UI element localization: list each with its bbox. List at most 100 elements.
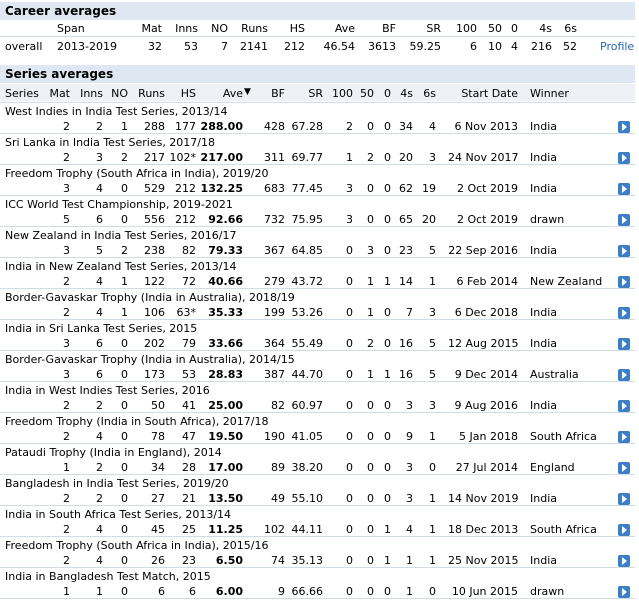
series-name[interactable]: Sri Lanka in India Test Series, 2017/18: [5, 136, 215, 149]
profile-link[interactable]: Profile: [600, 40, 634, 53]
series-winner: England: [530, 461, 575, 474]
series-name[interactable]: India in Sri Lanka Test Series, 2015: [5, 322, 197, 335]
row-separator: [0, 195, 635, 196]
row-separator: [0, 319, 635, 320]
series-cell-sixes: 1: [429, 275, 436, 288]
career-row-bf: 3613: [368, 40, 396, 53]
play-arrow-icon[interactable]: [618, 524, 630, 536]
row-separator: [0, 412, 635, 413]
series-cell-sixes: 5: [429, 337, 436, 350]
play-arrow-icon[interactable]: [618, 152, 630, 164]
career-header-0[interactable]: Span: [57, 22, 85, 35]
row-separator: [0, 257, 635, 258]
series-cell-date: 14 Nov 2019: [448, 492, 519, 505]
series-name[interactable]: India in South Africa Test Series, 2013/…: [5, 508, 231, 521]
career-row-label: overall: [5, 40, 43, 53]
series-averages-title: Series averages: [0, 65, 635, 83]
play-arrow-icon[interactable]: [618, 245, 630, 257]
series-name[interactable]: India in West Indies Test Series, 2016: [5, 384, 210, 397]
row-separator: [0, 536, 635, 537]
series-cell-date: 27 Jul 2014: [455, 461, 518, 474]
series-winner: India: [530, 244, 557, 257]
play-arrow-icon[interactable]: [618, 400, 630, 412]
series-name[interactable]: Freedom Trophy (India in South Africa), …: [5, 415, 268, 428]
play-arrow-icon[interactable]: [618, 276, 630, 288]
series-winner: South Africa: [530, 523, 597, 536]
career-header-13[interactable]: 6s: [537, 22, 577, 35]
series-name[interactable]: New Zealand in India Test Series, 2016/1…: [5, 229, 236, 242]
series-cell-sixes: 1: [429, 554, 436, 567]
series-winner: India: [530, 151, 557, 164]
series-name[interactable]: India in Bangladesh Test Match, 2015: [5, 570, 211, 583]
career-header-3[interactable]: NO: [188, 22, 228, 35]
play-arrow-icon[interactable]: [618, 493, 630, 505]
series-cell-date: 6 Feb 2014: [456, 275, 518, 288]
series-header-13[interactable]: 6s: [376, 87, 436, 100]
series-name[interactable]: Freedom Trophy (South Africa in India), …: [5, 167, 268, 180]
play-arrow-icon[interactable]: [618, 338, 630, 350]
play-arrow-icon[interactable]: [618, 431, 630, 443]
series-header-15[interactable]: Winner: [530, 87, 569, 100]
series-winner: Australia: [530, 368, 579, 381]
series-name[interactable]: India in New Zealand Test Series, 2013/1…: [5, 260, 236, 273]
row-separator: [0, 598, 635, 599]
series-cell-date: 9 Dec 2014: [454, 368, 518, 381]
row-separator: [0, 288, 635, 289]
row-separator: [0, 164, 635, 165]
series-winner: India: [530, 182, 557, 195]
sort-down-icon[interactable]: ▼: [244, 87, 251, 97]
series-name[interactable]: West Indies in India Test Series, 2013/1…: [5, 105, 227, 118]
career-header-8[interactable]: SR: [401, 22, 441, 35]
series-cell-sixes: 3: [429, 151, 436, 164]
career-header-7[interactable]: BF: [356, 22, 396, 35]
series-cell-date: 24 Nov 2017: [448, 151, 519, 164]
play-arrow-icon[interactable]: [618, 555, 630, 567]
series-winner: drawn: [530, 213, 565, 226]
series-winner: India: [530, 399, 557, 412]
play-arrow-icon[interactable]: [618, 369, 630, 381]
series-winner: India: [530, 120, 557, 133]
series-name[interactable]: Pataudi Trophy (India in England), 2014: [5, 446, 222, 459]
series-cell-sixes: 5: [429, 244, 436, 257]
row-separator: [0, 350, 635, 351]
series-winner: India: [530, 554, 557, 567]
series-name[interactable]: Border-Gavaskar Trophy (India in Austral…: [5, 291, 295, 304]
row-separator: [0, 443, 635, 444]
row-separator: [0, 133, 635, 134]
career-header-5[interactable]: HS: [265, 22, 305, 35]
series-name[interactable]: ICC World Test Championship, 2019-2021: [5, 198, 233, 211]
series-name[interactable]: Border-Gavaskar Trophy (India in Austral…: [5, 353, 295, 366]
career-row-sixes: 52: [563, 40, 577, 53]
series-cell-date: 2 Oct 2019: [456, 213, 518, 226]
series-name[interactable]: Freedom Trophy (South Africa in India), …: [5, 539, 268, 552]
play-arrow-icon[interactable]: [618, 121, 630, 133]
series-cell-date: 2 Oct 2019: [456, 182, 518, 195]
series-cell-date: 6 Dec 2018: [454, 306, 518, 319]
series-name[interactable]: Bangladesh in India Test Series, 2019/20: [5, 477, 229, 490]
series-cell-sixes: 3: [429, 306, 436, 319]
series-cell-sixes: 1: [429, 430, 436, 443]
series-winner: South Africa: [530, 430, 597, 443]
play-arrow-icon[interactable]: [618, 214, 630, 226]
career-header-6[interactable]: Ave: [315, 22, 355, 35]
row-separator: [0, 102, 635, 103]
play-arrow-icon[interactable]: [618, 586, 630, 598]
series-cell-sixes: 1: [429, 492, 436, 505]
series-cell-sixes: 19: [422, 182, 436, 195]
play-arrow-icon[interactable]: [618, 307, 630, 319]
series-cell-sixes: 0: [429, 585, 436, 598]
series-cell-date: 10 Jun 2015: [451, 585, 518, 598]
career-header-4[interactable]: Runs: [228, 22, 268, 35]
career-header-1[interactable]: Mat: [122, 22, 162, 35]
series-cell-sixes: 4: [429, 120, 436, 133]
play-arrow-icon[interactable]: [618, 183, 630, 195]
series-header-14[interactable]: Start Date: [458, 87, 518, 100]
play-arrow-icon[interactable]: [618, 462, 630, 474]
row-separator: [0, 226, 635, 227]
series-cell-sixes: 0: [429, 461, 436, 474]
career-averages-title: Career averages: [0, 2, 635, 20]
series-cell-sixes: 1: [429, 523, 436, 536]
row-separator: [0, 381, 635, 382]
series-cell-date: 5 Jan 2018: [459, 430, 518, 443]
career-row-hs: 212: [284, 40, 305, 53]
